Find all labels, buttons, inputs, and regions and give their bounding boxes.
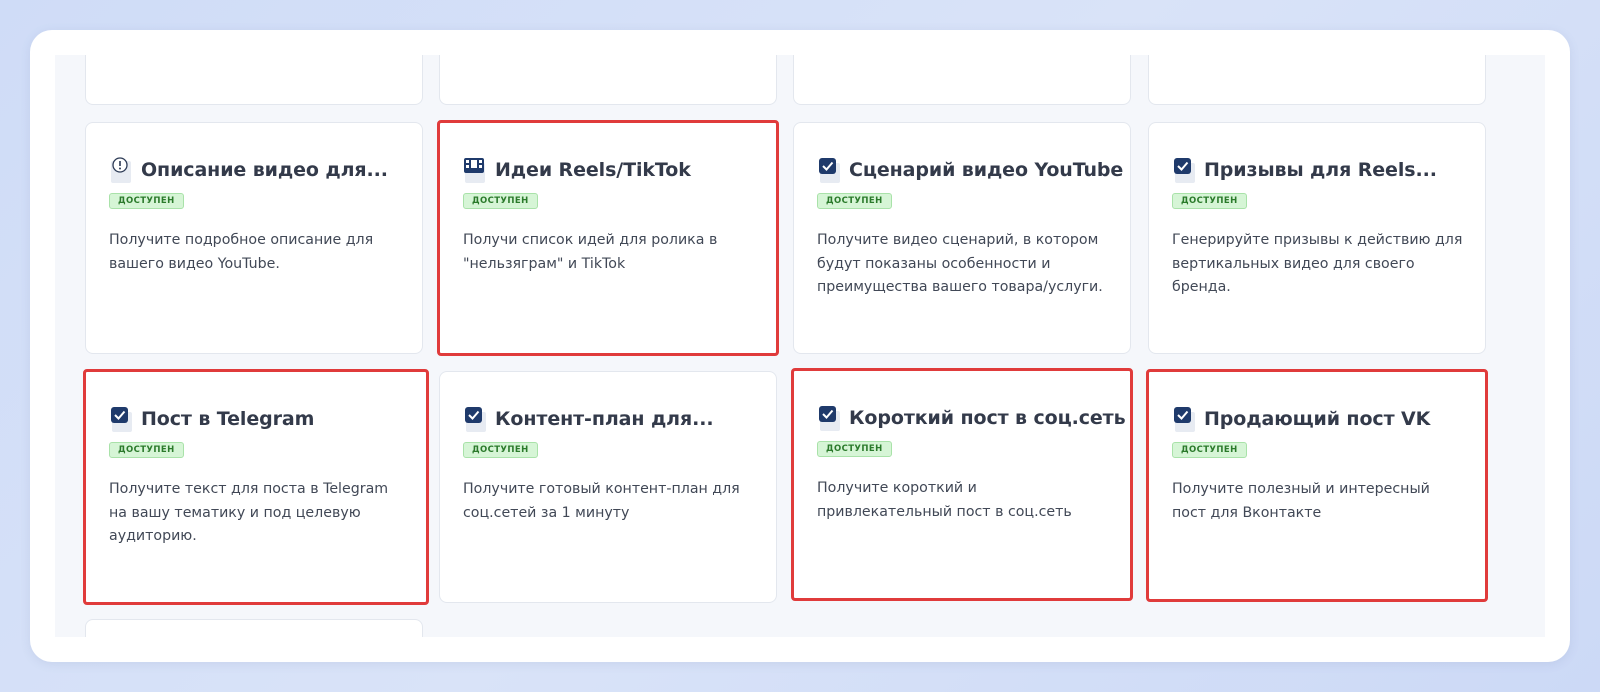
checkbox-icon xyxy=(1172,155,1198,185)
checkbox-icon xyxy=(817,155,843,185)
status-badge: доступен xyxy=(1172,442,1247,458)
tool-card[interactable]: Идеи Reels/TikTok доступен Получи список… xyxy=(437,120,779,356)
app-frame: Описание видео для... доступен Получите … xyxy=(30,30,1570,662)
card-description: Получите видео сценарий, в котором будут… xyxy=(817,232,1103,295)
card-title: Короткий пост в соц.сеть xyxy=(849,407,1126,429)
tool-card[interactable]: Короткий пост в соц.сеть доступен Получи… xyxy=(791,368,1133,601)
status-badge: доступен xyxy=(817,193,892,209)
tool-card[interactable]: Контент-план для... доступен Получите го… xyxy=(439,371,777,603)
checkbox-icon xyxy=(1172,404,1198,434)
tool-card[interactable]: Продающий пост VK доступен Получите поле… xyxy=(1146,369,1488,602)
card-title: Призывы для Reels... xyxy=(1204,159,1437,181)
checkbox-icon xyxy=(463,404,489,434)
card-stub[interactable] xyxy=(85,55,423,105)
tool-card[interactable]: Описание видео для... доступен Получите … xyxy=(85,122,423,354)
status-badge: доступен xyxy=(109,193,184,209)
checkbox-icon xyxy=(109,404,135,434)
card-title: Контент-план для... xyxy=(495,408,714,430)
card-description: Получи список идей для ролика в "нельзяг… xyxy=(463,232,718,272)
card-stub[interactable] xyxy=(85,619,423,637)
cards-grid: Описание видео для... доступен Получите … xyxy=(55,55,1545,637)
card-title: Идеи Reels/TikTok xyxy=(495,159,691,181)
card-description: Получите текст для поста в Telegram на в… xyxy=(109,481,389,544)
clock-info-icon xyxy=(109,155,135,185)
card-title: Описание видео для... xyxy=(141,159,388,181)
tool-card[interactable]: Сценарий видео YouTube доступен Получите… xyxy=(793,122,1131,354)
card-stub[interactable] xyxy=(439,55,777,105)
status-badge: доступен xyxy=(463,193,538,209)
tool-card[interactable]: Пост в Telegram доступен Получите текст … xyxy=(83,369,429,605)
status-badge: доступен xyxy=(463,442,538,458)
card-title: Пост в Telegram xyxy=(141,408,315,430)
tool-card[interactable]: Призывы для Reels... доступен Генерируйт… xyxy=(1148,122,1486,354)
card-stub[interactable] xyxy=(1148,55,1486,105)
status-badge: доступен xyxy=(109,442,184,458)
film-icon xyxy=(463,155,489,185)
checkbox-icon xyxy=(817,403,843,433)
card-description: Получите готовый контент-план для соц.се… xyxy=(463,481,740,521)
status-badge: доступен xyxy=(1172,193,1247,209)
card-description: Получите подробное описание для вашего в… xyxy=(109,232,374,272)
status-badge: доступен xyxy=(817,441,892,457)
card-description: Получите короткий и привлекательный пост… xyxy=(817,480,1072,520)
card-stub[interactable] xyxy=(793,55,1131,105)
card-description: Генерируйте призывы к действию для верти… xyxy=(1172,232,1463,295)
card-title: Продающий пост VK xyxy=(1204,408,1431,430)
card-description: Получите полезный и интересный пост для … xyxy=(1172,481,1430,521)
card-title: Сценарий видео YouTube xyxy=(849,159,1124,181)
